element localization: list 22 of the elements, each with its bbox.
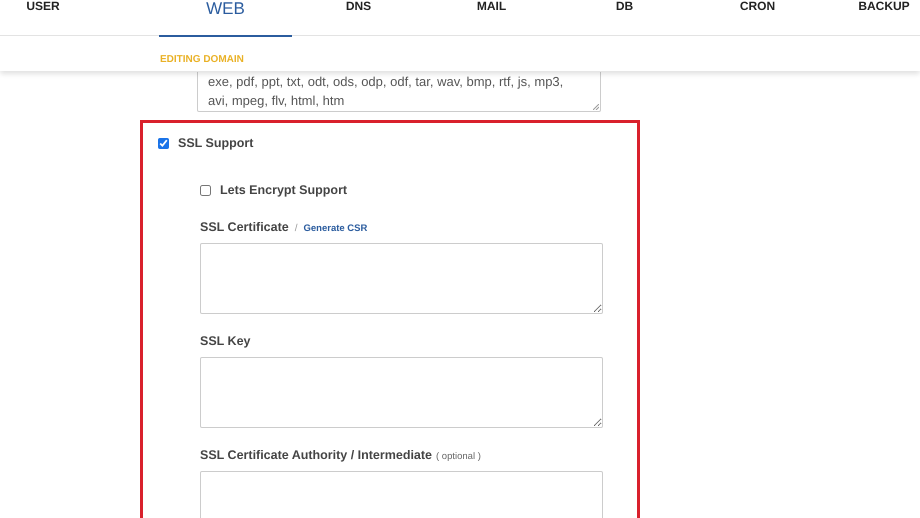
- text-area[interactable]: [200, 357, 603, 428]
- checkbox-label: SSL Support: [178, 136, 254, 150]
- checkbox[interactable]: [200, 184, 211, 196]
- nav-tab[interactable]: USER: [25, 0, 61, 35]
- page-subtitle: EDITING DOMAIN: [160, 54, 244, 65]
- checkbox-label: Lets Encrypt Support: [220, 183, 348, 197]
- nav-tab[interactable]: DNS: [292, 0, 425, 35]
- nav-tab[interactable]: CRON: [691, 0, 824, 35]
- optional-note: ( optional ): [436, 451, 481, 462]
- generate-csr-link[interactable]: Generate CSR: [303, 223, 368, 234]
- resize-grip-icon: [593, 104, 599, 110]
- nav-tab[interactable]: BACKUP: [854, 0, 914, 35]
- nav-tab[interactable]: MAIL: [425, 0, 558, 35]
- field-label: SSL Certificate Authority / Intermediate: [200, 448, 432, 462]
- nav-tab[interactable]: WEB: [159, 0, 292, 37]
- field-label: SSL Key: [200, 334, 250, 348]
- text-area[interactable]: [200, 243, 603, 314]
- separator: /: [294, 223, 298, 234]
- checkbox[interactable]: [158, 138, 169, 148]
- nav-tab[interactable]: DB: [558, 0, 691, 35]
- extensions-field[interactable]: exe, pdf, ppt, txt, odt, ods, odp, odf, tar, wav, bmp, rtf, js, mp3, avi, mpeg, flv, html, htm: [197, 72, 601, 112]
- field-label: SSL Certificate: [200, 220, 289, 234]
